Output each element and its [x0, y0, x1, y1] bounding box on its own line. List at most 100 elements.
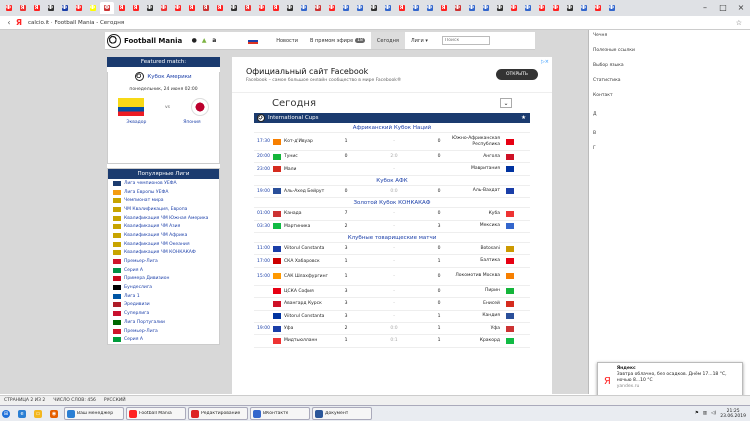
- home-team[interactable]: Кот-д'Ивуар: [284, 139, 338, 144]
- russia-flag-icon[interactable]: [248, 37, 259, 44]
- featured-competition[interactable]: Кубок Америки: [147, 74, 191, 80]
- match-row[interactable]: 19:00 Уфа 2 0:0 1 Уфа: [254, 323, 530, 336]
- nav-news[interactable]: Новости: [270, 32, 304, 49]
- match-row[interactable]: 01:00 Канада 7 - 0 Куба: [254, 208, 530, 221]
- ad-banner[interactable]: Официальный сайт Facebook Facebook – сам…: [232, 57, 552, 93]
- competition-header[interactable]: Золотой Кубок КОНКАКАФ: [254, 198, 530, 209]
- browser-tab[interactable]: Ф: [423, 2, 436, 14]
- browser-tab[interactable]: Ф: [591, 2, 604, 14]
- search-input[interactable]: [441, 36, 490, 45]
- league-item[interactable]: Квалификация ЧМ Южная Америка: [108, 214, 219, 223]
- competition-header[interactable]: Африканский Кубок Наций: [254, 123, 530, 133]
- browser-tab[interactable]: Ф: [549, 2, 562, 14]
- browser-tab[interactable]: Ф: [493, 2, 506, 14]
- away-team[interactable]: Балтика: [444, 258, 500, 264]
- home-team[interactable]: Уфа: [284, 326, 338, 331]
- league-item[interactable]: Бундеслига: [108, 283, 219, 292]
- away-team[interactable]: Уфа: [444, 326, 500, 332]
- home-team[interactable]: Мартиника: [284, 224, 338, 229]
- browser-tab[interactable]: Я: [115, 2, 128, 14]
- browser-tab[interactable]: Ф: [283, 2, 296, 14]
- back-icon[interactable]: ‹: [4, 18, 14, 27]
- browser-tab[interactable]: Ф: [325, 2, 338, 14]
- browser-tab[interactable]: Ф: [72, 2, 85, 14]
- browser-tab[interactable]: Я: [213, 2, 226, 14]
- amazon-icon[interactable]: a: [210, 37, 218, 45]
- browser-tab[interactable]: Я: [129, 2, 142, 14]
- browser-tab[interactable]: Ф: [479, 2, 492, 14]
- browser-tab[interactable]: Ф: [44, 2, 57, 14]
- league-item[interactable]: Квалификация ЧМ Океания: [108, 240, 219, 249]
- browser-tab[interactable]: Ф: [297, 2, 310, 14]
- featured-away-team[interactable]: Япония: [183, 120, 200, 125]
- browser-tab[interactable]: Ф: [451, 2, 464, 14]
- language[interactable]: РУССКИЙ: [104, 398, 126, 403]
- home-team[interactable]: Авангард Курск: [284, 301, 338, 306]
- close-window-button[interactable]: ×: [732, 0, 750, 14]
- league-item[interactable]: Квалификация ЧМ КОНКАКАФ: [108, 249, 219, 258]
- browser-tab[interactable]: Ф: [255, 2, 268, 14]
- browser-tab[interactable]: Ф: [2, 2, 15, 14]
- home-team[interactable]: Канада: [284, 211, 338, 216]
- volume-icon[interactable]: ◁): [711, 411, 716, 416]
- url-text[interactable]: calcio.it · Football Mania - Сегодня: [28, 20, 124, 26]
- cups-header[interactable]: International Cups ★: [254, 113, 530, 123]
- match-row[interactable]: 03:30 Мартиника 2 - 3 Мексика: [254, 221, 530, 233]
- league-item[interactable]: Эредивизи: [108, 301, 219, 310]
- league-item[interactable]: Квалификация ЧМ Азия: [108, 222, 219, 231]
- browser-tab[interactable]: Я: [269, 2, 282, 14]
- browser-tab[interactable]: Я: [437, 2, 450, 14]
- browser-tab[interactable]: Ф: [143, 2, 156, 14]
- league-item[interactable]: Серия А: [108, 266, 219, 275]
- browser-tab[interactable]: Ф: [535, 2, 548, 14]
- away-team[interactable]: Южно-Африканская Республика: [444, 136, 500, 148]
- taskbar-window-button[interactable]: Ваш менеджер: [64, 407, 124, 420]
- nav-today[interactable]: Сегодня: [370, 32, 405, 49]
- home-team[interactable]: Мали: [284, 167, 338, 172]
- match-row[interactable]: Viitorul Constanta 3 - 1 Кандия: [254, 311, 530, 323]
- browser-tab[interactable]: Ф: [157, 2, 170, 14]
- bookmark-star-icon[interactable]: ☆: [736, 19, 742, 27]
- maximize-button[interactable]: □: [714, 0, 732, 14]
- league-item[interactable]: Суперлига: [108, 309, 219, 318]
- match-row[interactable]: 19:00 Аль-Ахед Бейрут 0 0:0 0 Аль-Вахдат: [254, 186, 530, 199]
- away-team[interactable]: Аль-Вахдат: [444, 188, 500, 194]
- browser-tab[interactable]: Я: [30, 2, 43, 14]
- browser-tab[interactable]: Ф: [58, 2, 71, 14]
- browser-tab[interactable]: Ф: [339, 2, 352, 14]
- home-team[interactable]: Viitorul Constanta: [284, 246, 338, 251]
- featured-home-team[interactable]: Эквадор: [126, 120, 146, 125]
- browser-tab[interactable]: Ф: [227, 2, 240, 14]
- match-row[interactable]: 15:00 САК Шлахфургинг 1 - 0 Локомотив Москва: [254, 268, 530, 286]
- ad-title[interactable]: Официальный сайт Facebook: [246, 67, 401, 76]
- home-team[interactable]: Аль-Ахед Бейрут: [284, 189, 338, 194]
- match-row[interactable]: 11:00 Viitorul Constanta 3 - 0 Botosani: [254, 243, 530, 256]
- browser-tab[interactable]: Ф: [577, 2, 590, 14]
- browser-tab[interactable]: Я: [241, 2, 254, 14]
- league-item[interactable]: Лига Португалии: [108, 318, 219, 327]
- yandex-icon[interactable]: Я: [14, 18, 24, 27]
- away-team[interactable]: Мексика: [444, 223, 500, 229]
- match-row[interactable]: 20:00 Тунис 0 2:0 0 Ангола: [254, 151, 530, 164]
- taskbar-window-button[interactable]: ВКонтакте: [250, 407, 310, 420]
- chevron-down-icon[interactable]: ⌄: [500, 98, 512, 108]
- league-item[interactable]: Премьер-Лига: [108, 327, 219, 336]
- away-team[interactable]: Пирин: [444, 288, 500, 294]
- explorer-icon[interactable]: ▭: [32, 407, 46, 420]
- home-team[interactable]: Viitorul Constanta: [284, 314, 338, 319]
- browser-tab[interactable]: Я: [199, 2, 212, 14]
- league-item[interactable]: Примера Дивизион: [108, 275, 219, 284]
- competition-header[interactable]: Клубные товарищеские матчи: [254, 233, 530, 243]
- browser-tab[interactable]: Ф: [86, 2, 99, 14]
- league-item[interactable]: Лига Европы УЕФА: [108, 188, 219, 197]
- home-team[interactable]: ЦСКА София: [284, 289, 338, 294]
- taskbar-window-button[interactable]: Документ: [312, 407, 372, 420]
- network-icon[interactable]: ▥: [703, 411, 707, 416]
- apple-icon[interactable]: ●: [190, 37, 198, 45]
- away-team[interactable]: Ангола: [444, 154, 500, 160]
- away-team[interactable]: Куба: [444, 211, 500, 217]
- browser-tab[interactable]: Ф: [381, 2, 394, 14]
- browser-tab[interactable]: Ф: [353, 2, 366, 14]
- browser-tab[interactable]: Я: [16, 2, 29, 14]
- browser-tab[interactable]: Ф: [367, 2, 380, 14]
